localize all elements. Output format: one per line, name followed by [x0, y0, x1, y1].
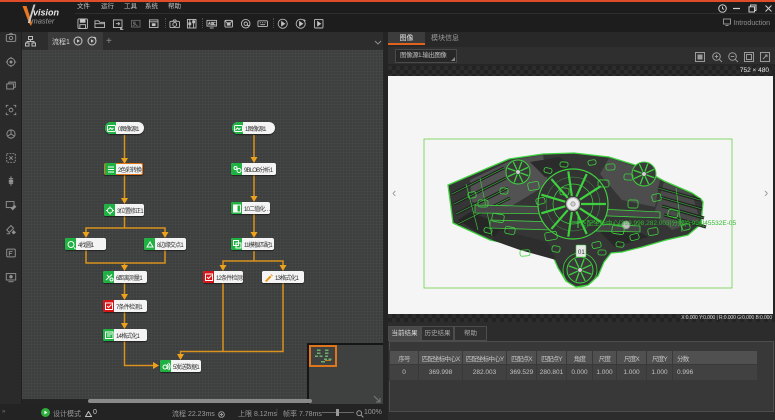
- svg-text:01: 01: [578, 250, 585, 256]
- svg-text:master: master: [32, 17, 55, 26]
- svg-text:匹配坐标中心[369.998,282.003]分数[0.99: 匹配坐标中心[369.998,282.003]分数[0.996]45532E-0…: [580, 218, 736, 227]
